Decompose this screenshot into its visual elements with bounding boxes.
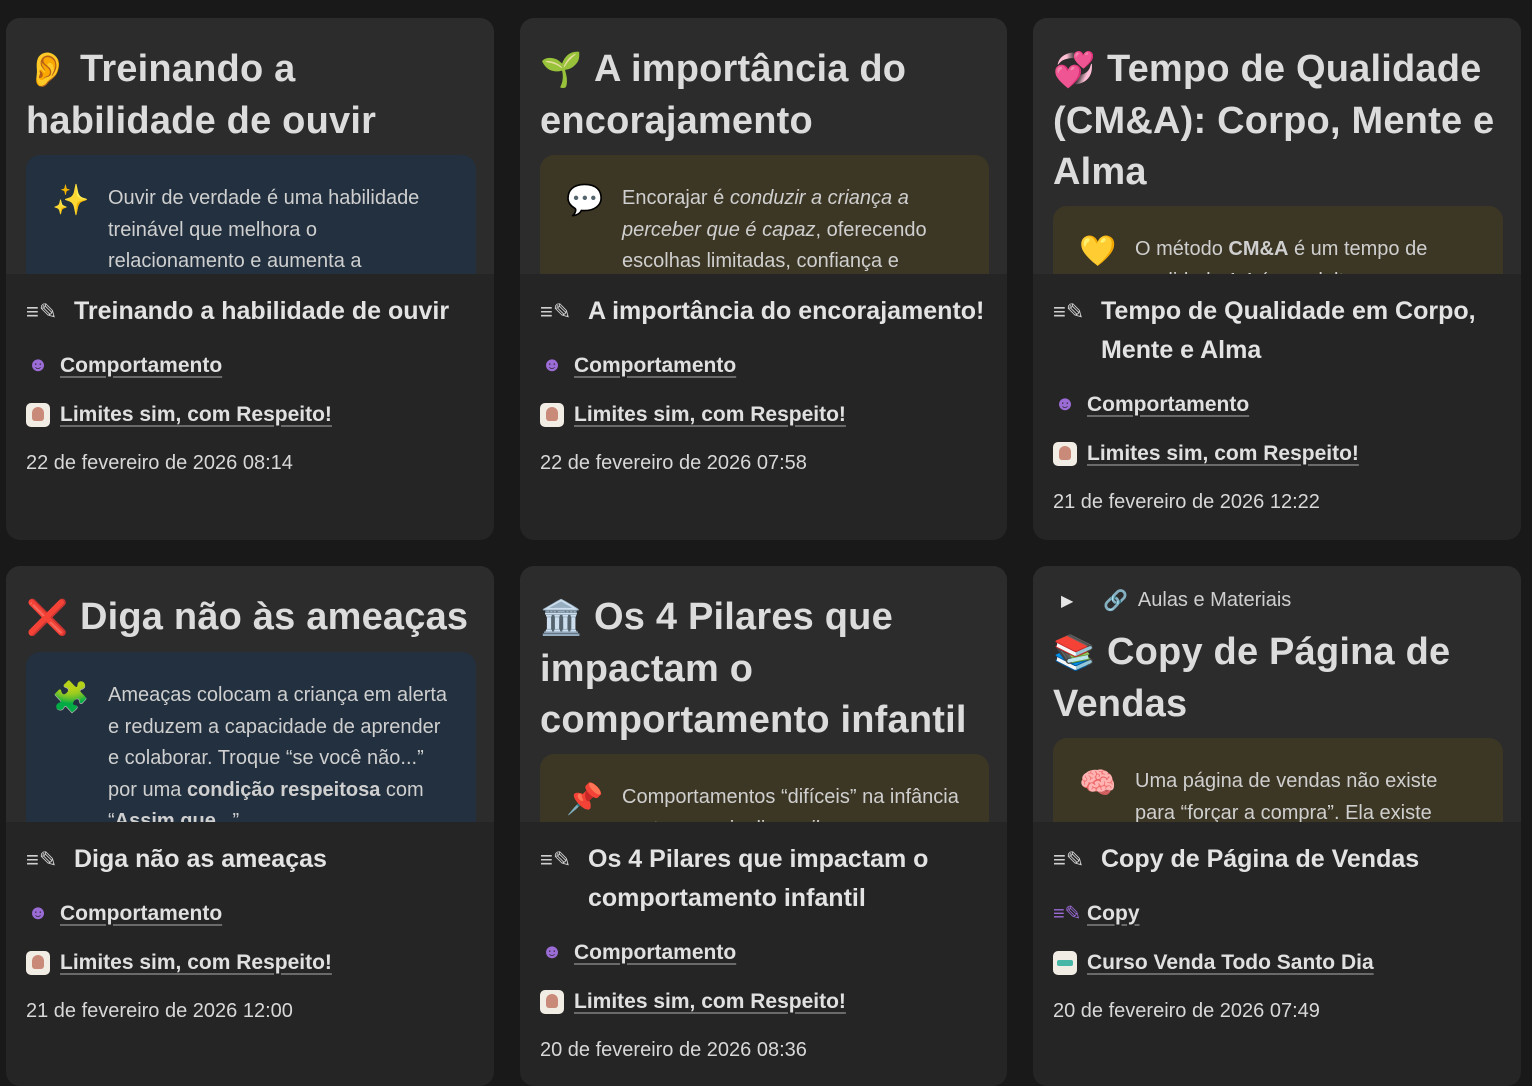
callout-text: Comportamentos “difíceis” na infância co… bbox=[622, 786, 959, 822]
mask-icon: ☻ bbox=[27, 354, 49, 376]
mask-icon: ☻ bbox=[27, 902, 49, 924]
mask-icon: ☻ bbox=[541, 941, 563, 963]
callout-text: Encorajar é conduzir a criança a percebe… bbox=[622, 187, 927, 272]
books-icon: 📚 bbox=[1053, 634, 1096, 672]
card-cover: ▶ 🔗 Aulas e Materiais 📚 Copy de Página de… bbox=[1033, 566, 1521, 822]
brain-icon: 🧠 bbox=[1079, 767, 1117, 800]
cover-title: 🏛️ Os 4 Pilares que impactam o comportame… bbox=[540, 592, 989, 746]
card-cover: 💞 Tempo de Qualidade (CM&A): Corpo, Mente… bbox=[1033, 18, 1521, 274]
created-date: 22 de fevereiro de 2026 07:58 bbox=[540, 452, 807, 474]
card-cover: 🌱 A importância do encorajamento 💬 Encora… bbox=[520, 18, 1007, 274]
cover-title: 👂 Treinando a habilidade de ouvir bbox=[26, 44, 476, 147]
edit-lines-icon: ≡✎ bbox=[1053, 299, 1085, 324]
card-cover: 🏛️ Os 4 Pilares que impactam o comportame… bbox=[520, 566, 1007, 822]
category-tag[interactable]: ☻ Comportamento bbox=[26, 889, 474, 938]
category-tag[interactable]: ☻ Comportamento bbox=[26, 341, 474, 390]
avatar-icon bbox=[1053, 441, 1077, 466]
hearts-icon: 💞 bbox=[1053, 51, 1096, 89]
edit-lines-icon: ≡✎ bbox=[540, 299, 572, 324]
mask-icon: ☻ bbox=[1054, 393, 1076, 415]
gallery-card[interactable]: 💞 Tempo de Qualidade (CM&A): Corpo, Mente… bbox=[1033, 18, 1521, 540]
edit-lines-icon: ≡✎ bbox=[1053, 847, 1085, 872]
gallery-card[interactable]: 🏛️ Os 4 Pilares que impactam o comportame… bbox=[520, 566, 1007, 1086]
card-title[interactable]: ≡✎ Treinando a habilidade de ouvir bbox=[26, 292, 474, 331]
triangle-right-icon[interactable]: ▶ bbox=[1061, 591, 1081, 611]
source-link[interactable]: Limites sim, com Respeito! bbox=[540, 390, 987, 439]
callout: 💛 O método CM&A é um tempo de qualidade … bbox=[1053, 206, 1503, 274]
card-title[interactable]: ≡✎ Tempo de Qualidade em Corpo, Mente e … bbox=[1053, 292, 1501, 370]
category-tag[interactable]: ☻ Comportamento bbox=[540, 341, 987, 390]
avatar-icon bbox=[540, 989, 564, 1014]
seedling-icon: 🌱 bbox=[540, 51, 583, 89]
created-date: 20 de fevereiro de 2026 08:36 bbox=[540, 1039, 807, 1061]
gallery-grid: 👂 Treinando a habilidade de ouvir ✨ Ouvir… bbox=[0, 0, 1532, 1086]
gallery-card[interactable]: 👂 Treinando a habilidade de ouvir ✨ Ouvir… bbox=[6, 18, 494, 540]
avatar-icon bbox=[26, 950, 50, 975]
card-title[interactable]: ≡✎ Os 4 Pilares que impactam o comportam… bbox=[540, 840, 987, 918]
created-date: 21 de fevereiro de 2026 12:22 bbox=[1053, 491, 1320, 513]
card-title[interactable]: ≡✎ Diga não as ameaças bbox=[26, 840, 474, 879]
yellow-heart-icon: 💛 bbox=[1079, 235, 1117, 268]
category-tag[interactable]: ☻ Comportamento bbox=[540, 928, 987, 977]
mask-icon: ☻ bbox=[541, 354, 563, 376]
card-cover: 👂 Treinando a habilidade de ouvir ✨ Ouvir… bbox=[6, 18, 494, 274]
card-title[interactable]: ≡✎ A importância do encorajamento! bbox=[540, 292, 987, 331]
avatar-icon bbox=[1053, 950, 1077, 975]
gallery-card[interactable]: ❌ Diga não às ameaças 🧩 Ameaças colocam a… bbox=[6, 566, 494, 1086]
speech-bubble-icon: 💬 bbox=[566, 184, 604, 217]
pushpin-icon: 📌 bbox=[566, 783, 604, 816]
callout: 🧠 Uma página de vendas não existe para “… bbox=[1053, 738, 1503, 822]
callout: ✨ Ouvir de verdade é uma habilidade trei… bbox=[26, 155, 476, 274]
card-title[interactable]: ≡✎ Copy de Página de Vendas bbox=[1053, 840, 1501, 879]
card-cover: ❌ Diga não às ameaças 🧩 Ameaças colocam a… bbox=[6, 566, 494, 822]
cross-mark-icon: ❌ bbox=[26, 599, 69, 637]
edit-lines-icon: ≡✎ bbox=[26, 299, 58, 324]
callout-text: O método CM&A é um tempo de qualidade 1:… bbox=[1135, 238, 1428, 274]
cover-title: 📚 Copy de Página de Vendas bbox=[1053, 627, 1503, 730]
callout: 📌 Comportamentos “difíceis” na infância … bbox=[540, 754, 989, 822]
avatar-icon bbox=[26, 402, 50, 427]
callout: 💬 Encorajar é conduzir a criança a perce… bbox=[540, 155, 989, 274]
callout: 🧩 Ameaças colocam a criança em alerta e … bbox=[26, 652, 476, 822]
category-tag[interactable]: ☻ Comportamento bbox=[1053, 380, 1501, 429]
callout-text: Uma página de vendas não existe para “fo… bbox=[1135, 770, 1438, 822]
source-link[interactable]: Limites sim, com Respeito! bbox=[540, 977, 987, 1026]
created-date: 20 de fevereiro de 2026 07:49 bbox=[1053, 1000, 1320, 1022]
created-date: 21 de fevereiro de 2026 12:00 bbox=[26, 1000, 293, 1022]
gallery-card[interactable]: 🌱 A importância do encorajamento 💬 Encora… bbox=[520, 18, 1007, 540]
source-link[interactable]: Limites sim, com Respeito! bbox=[26, 938, 474, 987]
cover-title: 💞 Tempo de Qualidade (CM&A): Corpo, Mente… bbox=[1053, 44, 1503, 198]
source-link[interactable]: Curso Venda Todo Santo Dia bbox=[1053, 938, 1501, 987]
sparkles-icon: ✨ bbox=[52, 184, 90, 217]
source-link[interactable]: Limites sim, com Respeito! bbox=[26, 390, 474, 439]
link-icon: 🔗 bbox=[1103, 590, 1128, 612]
category-tag[interactable]: ≡✎ Copy bbox=[1053, 889, 1501, 938]
puzzle-icon: 🧩 bbox=[52, 681, 90, 714]
edit-lines-icon: ≡✎ bbox=[26, 847, 58, 872]
cover-title: ❌ Diga não às ameaças bbox=[26, 592, 476, 644]
callout-text: Ameaças colocam a criança em alerta e re… bbox=[108, 684, 448, 822]
breadcrumb[interactable]: ▶ 🔗 Aulas e Materiais bbox=[1061, 588, 1503, 613]
classical-building-icon: 🏛️ bbox=[540, 599, 583, 637]
source-link[interactable]: Limites sim, com Respeito! bbox=[1053, 429, 1501, 478]
cover-title: 🌱 A importância do encorajamento bbox=[540, 44, 989, 147]
ear-icon: 👂 bbox=[26, 51, 69, 89]
callout-text: Ouvir de verdade é uma habilidade treiná… bbox=[108, 187, 420, 272]
edit-lines-icon: ≡✎ bbox=[540, 847, 572, 872]
avatar-icon bbox=[540, 402, 564, 427]
created-date: 22 de fevereiro de 2026 08:14 bbox=[26, 452, 293, 474]
gallery-card[interactable]: ▶ 🔗 Aulas e Materiais 📚 Copy de Página de… bbox=[1033, 566, 1521, 1086]
edit-lines-icon: ≡✎ bbox=[1053, 903, 1082, 925]
